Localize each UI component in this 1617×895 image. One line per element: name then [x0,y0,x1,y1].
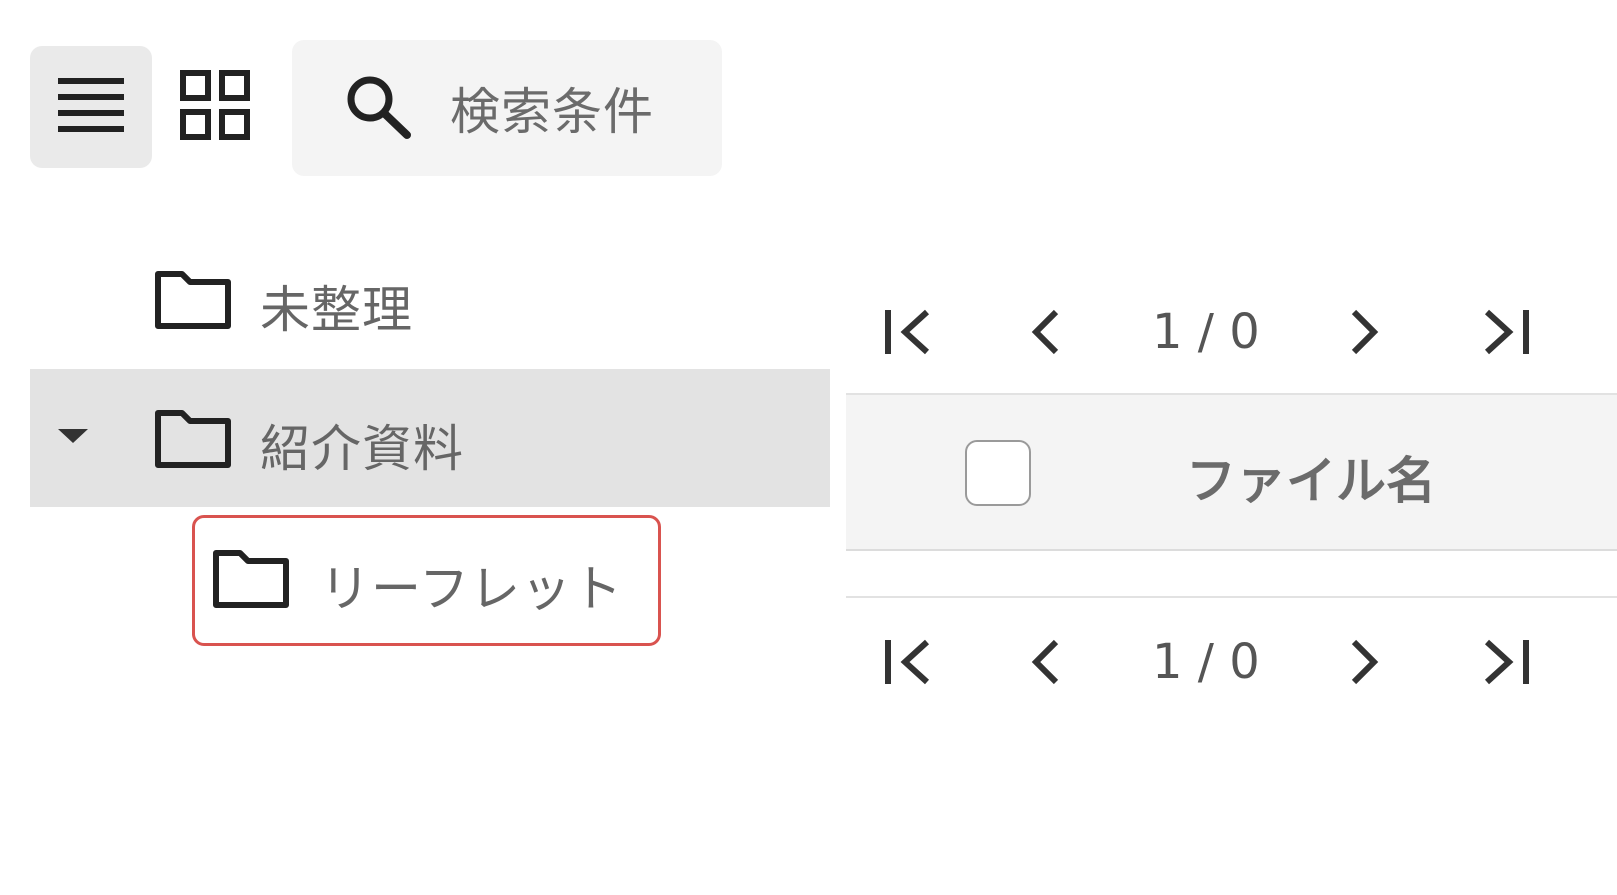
next-page-button[interactable] [1332,292,1396,372]
chevron-right-icon [1351,639,1379,685]
select-all-checkbox[interactable] [965,440,1031,506]
next-page-button[interactable] [1332,622,1396,702]
highlight-box [192,515,661,646]
table-bottom-divider [846,596,1617,598]
chevron-left-icon [1031,309,1059,355]
prev-page-button[interactable] [1014,292,1078,372]
first-page-button[interactable] [876,292,940,372]
first-page-icon [885,309,930,355]
prev-page-button[interactable] [1014,622,1078,702]
chevron-left-icon [1031,639,1059,685]
grid-view-icon [180,70,250,144]
last-page-button[interactable] [1474,292,1538,372]
last-page-icon [1484,309,1529,355]
pager-top: 1 / 0 [846,292,1617,372]
column-header-file-name[interactable]: ファイル名 [1186,441,1436,513]
tree-item-unsorted[interactable]: 未整理 [30,232,830,370]
caret-down-icon[interactable] [58,429,88,449]
list-view-button[interactable] [30,46,152,168]
first-page-icon [885,639,930,685]
tree-item-label: 未整理 [260,281,413,339]
first-page-button[interactable] [876,622,940,702]
folder-icon [154,268,232,334]
search-conditions-label: 検索条件 [450,83,654,141]
file-table-header: ファイル名 [846,393,1617,551]
folder-icon [154,407,232,473]
search-conditions-button[interactable]: 検索条件 [292,40,722,176]
tree-item-intro-materials[interactable]: 紹介資料 [30,369,830,507]
page-indicator: 1 / 0 [1152,634,1260,690]
grid-view-button[interactable] [154,46,276,168]
search-icon [344,73,412,143]
tree-item-label: 紹介資料 [260,420,464,478]
last-page-button[interactable] [1474,622,1538,702]
chevron-right-icon [1351,309,1379,355]
page-indicator: 1 / 0 [1152,304,1260,360]
last-page-icon [1484,639,1529,685]
pager-bottom: 1 / 0 [846,622,1617,702]
list-view-icon [58,76,124,138]
